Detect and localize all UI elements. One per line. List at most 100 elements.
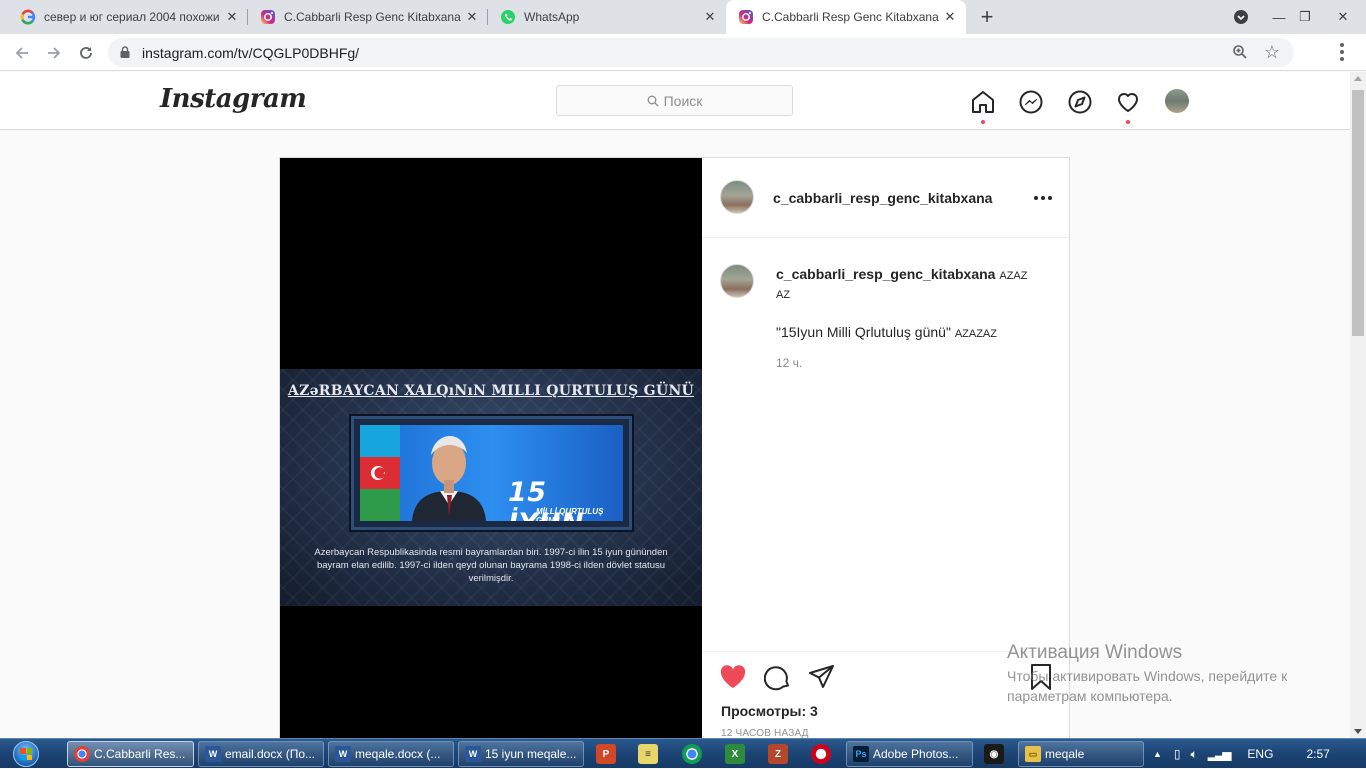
start-button[interactable] xyxy=(6,739,46,769)
tab-title: север и юг сериал 2004 похожи xyxy=(44,10,220,24)
slide-date-subtitle: MİLLİ QURTULUŞ GÜNÜ xyxy=(536,507,604,521)
browser-tab-bar: север и юг сериал 2004 похожи ✕ C.Cabbar… xyxy=(0,0,1366,34)
windows-logo-icon xyxy=(13,741,39,767)
word-icon: W xyxy=(465,746,481,762)
author-avatar[interactable] xyxy=(720,180,754,214)
search-input[interactable]: Поиск xyxy=(556,85,793,116)
google-icon xyxy=(20,9,36,25)
excel-icon[interactable]: X xyxy=(725,744,745,764)
close-tab-icon[interactable]: ✕ xyxy=(700,7,720,27)
close-tab-icon[interactable]: ✕ xyxy=(940,7,960,27)
minimize-button[interactable]: — xyxy=(1266,0,1292,34)
new-tab-button[interactable]: + xyxy=(975,4,999,29)
video-frame-image: AZəRBAYCAN XALQıNıN MILLI QURTULUŞ GÜNÜ xyxy=(280,369,702,606)
view-count[interactable]: Просмотры: 3 xyxy=(721,703,818,719)
powerpoint-icon[interactable]: P xyxy=(596,744,616,764)
share-send-icon[interactable] xyxy=(808,663,836,691)
video-player[interactable]: AZəRBAYCAN XALQıNıN MILLI QURTULUŞ GÜNÜ xyxy=(280,158,702,748)
taskbar-item-label: 15 iyun meqale... xyxy=(485,747,577,761)
post-card: AZəRBAYCAN XALQıNıN MILLI QURTULUŞ GÜNÜ xyxy=(279,157,1070,748)
author-suffix-2: AZ xyxy=(776,289,791,301)
folder-icon: ▭ xyxy=(1025,746,1041,762)
portrait-image xyxy=(412,436,486,521)
taskbar-item-folder-meqale[interactable]: ▭ meqale xyxy=(1018,741,1144,767)
browser-toolbar: instagram.com/tv/CQGLP0DBHFg/ ☆ xyxy=(0,34,1366,99)
page-scrollbar[interactable] xyxy=(1350,72,1366,738)
instagram-logo[interactable]: Instagram xyxy=(160,84,307,114)
taskbar-item-photoshop[interactable]: Ps Adobe Photos... xyxy=(846,741,973,767)
media-icon[interactable]: ◉ xyxy=(984,744,1004,764)
forward-arrow-icon xyxy=(48,47,61,59)
opera-icon[interactable] xyxy=(811,744,831,764)
scroll-thumb[interactable] xyxy=(1352,90,1364,336)
home-icon[interactable] xyxy=(970,89,996,115)
home-notification-dot xyxy=(981,120,985,124)
more-options-icon[interactable] xyxy=(1034,196,1052,200)
instagram-icon xyxy=(260,9,276,25)
activity-notification-dot xyxy=(1126,120,1130,124)
tray-expand-icon[interactable]: ▲ xyxy=(1153,749,1162,759)
author-suffix: AZAZ xyxy=(999,270,1028,282)
url-text: instagram.com/tv/CQGLP0DBHFg/ xyxy=(142,45,360,61)
caption-text: "15Iyun Milli Qrlutuluş günü" xyxy=(776,324,951,340)
forward-button[interactable] xyxy=(42,41,66,65)
post-caption: "15Iyun Milli Qrlutuluş günü" AZAZAZ xyxy=(776,324,997,340)
tab-instagram-1[interactable]: C.Cabbarli Resp Genc Kitabxana ✕ xyxy=(248,0,488,34)
activity-heart-icon[interactable] xyxy=(1115,89,1141,115)
maximize-button[interactable]: ❐ xyxy=(1292,0,1318,34)
scroll-up-arrow-icon[interactable] xyxy=(1354,76,1362,81)
language-indicator[interactable]: ENG xyxy=(1247,747,1273,761)
chrome-pinned-icon[interactable] xyxy=(682,744,702,764)
zoom-icon[interactable] xyxy=(1232,44,1248,60)
taskbar-item-label: meqale.docx (... xyxy=(355,747,441,761)
activation-watermark-title: Активация Windows xyxy=(1007,642,1183,663)
tab-title: WhatsApp xyxy=(524,10,580,24)
network-signal-icon[interactable]: ▂▃▅ xyxy=(1208,747,1232,761)
tab-title: C.Cabbarli Resp Genc Kitabxana xyxy=(284,10,461,24)
explore-compass-icon[interactable] xyxy=(1067,89,1093,115)
like-heart-icon[interactable] xyxy=(719,663,747,691)
caption-author: c_cabbarli_resp_genc_kitabxana AZAZ xyxy=(776,266,1027,282)
close-window-button[interactable]: ✕ xyxy=(1320,0,1366,34)
slide-description: Azerbaycan Respublikasinda resmi bayraml… xyxy=(314,547,668,584)
volume-icon[interactable]: 🔈︎ xyxy=(1191,747,1198,762)
back-button[interactable] xyxy=(10,41,34,65)
power-icon[interactable]: ▯ xyxy=(1174,747,1181,761)
tab-instagram-active[interactable]: C.Cabbarli Resp Genc Kitabxana ✕ xyxy=(726,0,966,34)
caption-time: 12 ч. xyxy=(776,356,803,370)
profile-avatar[interactable] xyxy=(1165,89,1189,113)
azerbaijan-flag-icon xyxy=(360,425,400,521)
author-username[interactable]: c_cabbarli_resp_genc_kitabxana xyxy=(773,190,992,206)
clock[interactable]: 2:57 xyxy=(1306,747,1329,761)
taskbar-item-word-15iyun[interactable]: W 15 iyun meqale... xyxy=(458,741,584,767)
caption-avatar[interactable] xyxy=(720,264,754,298)
back-arrow-icon xyxy=(15,47,28,59)
word-icon: W xyxy=(205,746,221,762)
taskbar-item-chrome[interactable]: C.Cabbarli Res... xyxy=(67,741,194,767)
close-tab-icon[interactable]: ✕ xyxy=(222,7,242,27)
taskbar-item-word-email[interactable]: W email.docx (По... xyxy=(198,741,324,767)
address-bar[interactable]: instagram.com/tv/CQGLP0DBHFg/ ☆ xyxy=(108,38,1294,67)
bookmark-star-icon[interactable]: ☆ xyxy=(1264,42,1280,63)
filezilla-icon[interactable]: Z xyxy=(768,744,788,764)
close-tab-icon[interactable]: ✕ xyxy=(462,7,482,27)
tab-search-button[interactable] xyxy=(1230,0,1252,34)
taskbar-item-word-meqale[interactable]: W meqale.docx (... xyxy=(328,741,454,767)
reload-button[interactable] xyxy=(74,41,98,65)
activation-watermark-text: Чтобы активировать Windows, перейдите к … xyxy=(1007,668,1288,704)
lock-icon xyxy=(120,46,130,58)
notepad-icon[interactable]: ≡ xyxy=(638,744,658,764)
comment-icon[interactable] xyxy=(764,663,792,691)
slide-banner: 15 İYUN MİLLİ QURTULUŞ GÜNÜ xyxy=(360,425,623,521)
tab-google-search[interactable]: север и юг сериал 2004 похожи ✕ xyxy=(8,0,248,34)
whatsapp-icon xyxy=(500,9,516,25)
caption-author-link[interactable]: c_cabbarli_resp_genc_kitabxana xyxy=(776,266,995,282)
scroll-down-arrow-icon[interactable] xyxy=(1354,729,1362,734)
taskbar-item-label: Adobe Photos... xyxy=(873,747,959,761)
tab-whatsapp[interactable]: WhatsApp ✕ xyxy=(488,0,726,34)
messenger-icon[interactable] xyxy=(1018,89,1044,115)
browser-menu-icon[interactable] xyxy=(1334,41,1350,63)
taskbar-item-label: C.Cabbarli Res... xyxy=(94,747,186,761)
instagram-header: Instagram Поиск xyxy=(0,72,1350,130)
windows-taskbar: C.Cabbarli Res... W email.docx (По... W … xyxy=(0,738,1366,768)
